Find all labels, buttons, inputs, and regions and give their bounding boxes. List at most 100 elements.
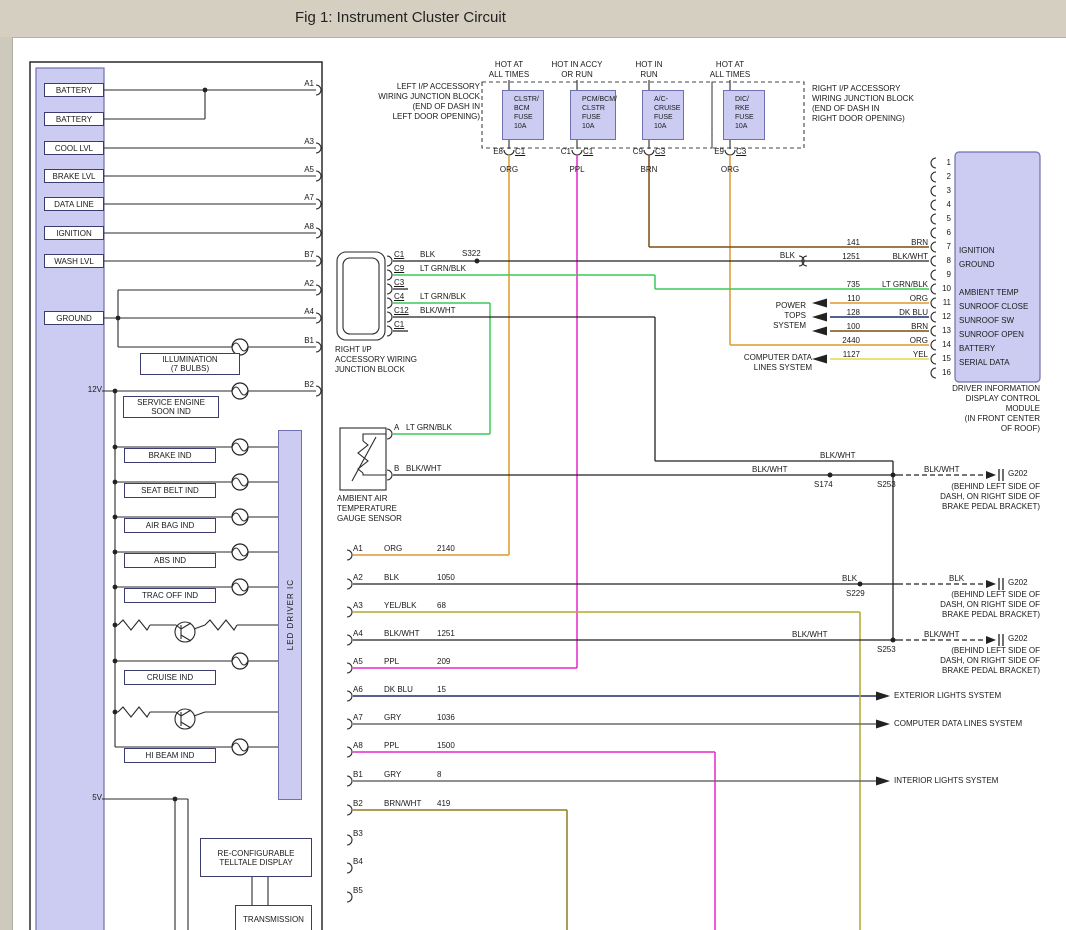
fuse-connector-label: E9 — [714, 147, 724, 157]
wire-color-label: BLK/WHT — [384, 629, 437, 639]
circuit-number: 2440 — [758, 336, 860, 346]
junction-pin: C12 — [394, 306, 420, 316]
junction-pin-row: C12BLK/WHT — [394, 306, 456, 316]
indicator-label: SEAT BELT IND — [124, 483, 216, 498]
sensor-caption: AMBIENT AIR TEMPERATURE GAUGE SENSOR — [337, 494, 402, 524]
harness-row: B2BRN/WHT419 — [353, 799, 450, 809]
circuit-number: 2140 — [437, 544, 455, 554]
fuse-connector-label: C9 — [633, 147, 643, 157]
harness-pin: B2 — [353, 799, 384, 809]
harness-pin: B5 — [353, 886, 384, 896]
module-pin-number: 14 — [942, 340, 951, 350]
harness-pin: B1 — [353, 770, 384, 780]
sensor-pin-row: BBLK/WHT — [394, 464, 442, 474]
right-junction-note: RIGHT I/P ACCESSORY WIRING JUNCTION BLOC… — [812, 84, 914, 124]
indicator-bulb-icons — [232, 339, 248, 755]
harness-pin: A2 — [353, 573, 384, 583]
circuit-number: 1500 — [437, 741, 455, 751]
fuse-header: HOT AT ALL TIMES — [710, 60, 750, 80]
junction-pin-row: C3 — [394, 278, 420, 288]
led-driver-ic-box: LED DRIVER IC — [278, 430, 302, 800]
module-pin-number: 15 — [942, 354, 951, 364]
cluster-pin-label: A5 — [304, 165, 314, 175]
circuit-number: 8 — [437, 770, 441, 780]
fuse-connector-label: C3 — [736, 147, 746, 157]
cluster-input-label: GROUND — [44, 311, 104, 325]
wire-color-label: YEL/BLK — [384, 601, 437, 611]
system-destination-label: INTERIOR LIGHTS SYSTEM — [894, 776, 998, 786]
cluster-input-label: COOL LVL — [44, 141, 104, 155]
module-pin-number: 16 — [942, 368, 951, 378]
fuse-connector-label: C1 — [515, 147, 525, 157]
module-pin-number: 3 — [947, 186, 951, 196]
harness-pin: A8 — [353, 741, 384, 751]
module-caption: DRIVER INFORMATION DISPLAY CONTROL MODUL… — [952, 384, 1040, 434]
indicator-label: TRAC OFF IND — [124, 588, 216, 603]
splice-label: S229 — [846, 589, 865, 599]
harness-pin: A6 — [353, 685, 384, 695]
cluster-pin-label: A4 — [304, 307, 314, 317]
fuse-box: PCM/BCM/ CLSTR FUSE 10A — [570, 90, 616, 140]
left-margin-strip — [0, 37, 13, 930]
wire-color-label: ORG — [384, 544, 437, 554]
darkblue-wires — [353, 317, 929, 696]
sensor-pin: A — [394, 423, 406, 433]
wiring-diagram-page: Fig 1: Instrument Cluster Circuit BATTER… — [0, 0, 1066, 930]
cluster-input-label: BATTERY — [44, 112, 104, 126]
wire-row-labels: 141BRN — [758, 238, 928, 248]
ground-location-note: (BEHIND LEFT SIDE OF DASH, ON RIGHT SIDE… — [940, 646, 1040, 676]
circuit-number: 68 — [437, 601, 446, 611]
circuit-number: 209 — [437, 657, 450, 667]
junction-pin: C4 — [394, 292, 420, 302]
cluster-pin-label: A3 — [304, 137, 314, 147]
wire-color-label: BLK/WHT — [420, 306, 456, 316]
wire-color-label: PPL — [569, 165, 584, 175]
wire-color-label: BRN — [641, 165, 658, 175]
wire-color-label: BLK/WHT — [406, 464, 442, 474]
splice-label: S322 — [462, 249, 481, 259]
wire-row-labels: 1251BLK/WHT — [758, 252, 928, 262]
cluster-pin-label: B2 — [304, 380, 314, 390]
cluster-pin-label: A1 — [304, 79, 314, 89]
junction-pin-row: C9LT GRN/BLK — [394, 264, 466, 274]
junction-pin: C9 — [394, 264, 420, 274]
cluster-pin-label: A7 — [304, 193, 314, 203]
sensor-pin: B — [394, 464, 406, 474]
wire-color-label: DK BLU — [384, 685, 437, 695]
left-junction-note: LEFT I/P ACCESSORY WIRING JUNCTION BLOCK… — [378, 82, 480, 122]
wire-color-label: YEL — [860, 350, 928, 360]
module-pin-label: SUNROOF SW — [959, 316, 1014, 326]
module-pin-label: IGNITION — [959, 246, 995, 256]
ground-label: G202 — [1008, 578, 1028, 588]
fuse-connector-label: E8 — [493, 147, 503, 157]
splice-dots — [113, 88, 896, 802]
harness-row: A4BLK/WHT1251 — [353, 629, 455, 639]
fuse-connector-label: C3 — [655, 147, 665, 157]
wire-color-label: BLK/WHT — [924, 465, 960, 475]
harness-pin: B4 — [353, 857, 384, 867]
wire-color-label: DK BLU — [860, 308, 928, 318]
harness-row: A3YEL/BLK68 — [353, 601, 446, 611]
wire-color-label: BLK/WHT — [860, 252, 928, 262]
wire-color-label: BLK/WHT — [752, 465, 788, 475]
harness-row: B3 — [353, 829, 384, 839]
module-pin-number: 6 — [947, 228, 951, 238]
junction-pin: C3 — [394, 278, 420, 288]
junction-pin: C1 — [394, 250, 420, 260]
circuit-number: 419 — [437, 799, 450, 809]
junction-pin: C1 — [394, 320, 420, 330]
wire-color-label: BLK — [384, 573, 437, 583]
computer-data-lines-label: COMPUTER DATA LINES SYSTEM — [744, 353, 812, 373]
transistor-icon — [175, 622, 195, 642]
fuse-header: HOT IN RUN — [636, 60, 663, 80]
module-pin-number: 9 — [947, 270, 951, 280]
module-pin-label: GROUND — [959, 260, 995, 270]
ground-location-note: (BEHIND LEFT SIDE OF DASH, ON RIGHT SIDE… — [940, 482, 1040, 512]
ground-location-note: (BEHIND LEFT SIDE OF DASH, ON RIGHT SIDE… — [940, 590, 1040, 620]
wire-color-label: BLK/WHT — [820, 451, 856, 461]
harness-row: A5PPL209 — [353, 657, 450, 667]
indicator-label: ABS IND — [124, 553, 216, 568]
power-tops-system-label: POWER TOPS SYSTEM — [773, 301, 806, 331]
ground-label: G202 — [1008, 634, 1028, 644]
module-pin-number: 13 — [942, 326, 951, 336]
